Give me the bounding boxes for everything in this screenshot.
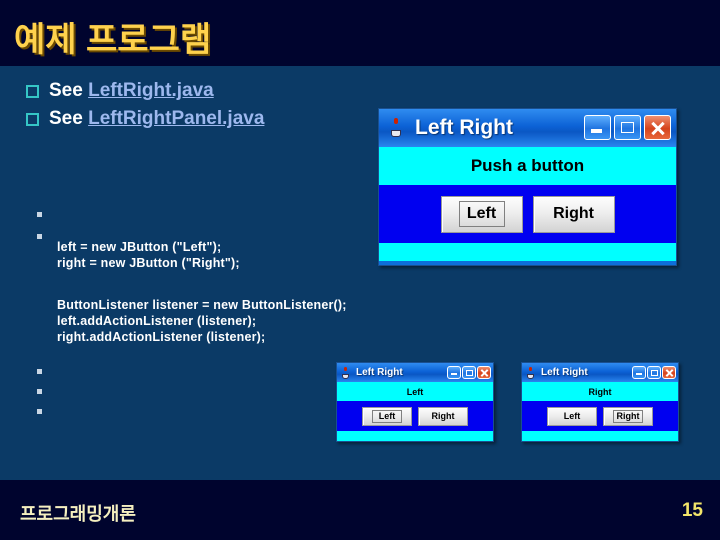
left-button[interactable]: Left [440,195,523,233]
right-button-label: Right [613,409,643,423]
window-titlebar[interactable]: Left Right [522,363,678,382]
right-button-label: Right [431,411,455,421]
window-controls [581,115,671,140]
page-title: 예제 프로그램 [14,21,212,59]
window-controls [446,366,491,379]
code-block-buttons: left = new JButton ("Left"); right = new… [57,240,240,270]
close-icon[interactable] [644,115,671,140]
right-button[interactable]: Right [603,406,653,426]
empty-bullet-marker [37,409,42,414]
left-button-label: Left [563,411,581,421]
window-controls [631,366,676,379]
window-bottom-strip [379,243,676,261]
right-button-label: Right [553,205,594,222]
checkbox-icon [26,84,39,98]
minimize-icon[interactable] [584,115,611,140]
swing-window-left-pressed[interactable]: Left Right Left Left Right [336,362,494,442]
status-label: Push a button [379,147,676,185]
minimize-icon[interactable] [447,366,461,379]
footer-course-name: 프로그래밍개론 [20,504,136,524]
window-title: Left Right [415,116,513,139]
button-panel: Left Right [379,185,676,243]
empty-bullet-marker [37,389,42,394]
button-panel: Left Right [337,401,493,431]
left-button[interactable]: Left [362,406,412,426]
java-coffee-cup-icon [389,118,407,138]
left-button-label: Left [372,409,402,423]
bullet-list: See LeftRight.java See LeftRightPanel.ja… [26,78,386,134]
java-coffee-cup-icon [526,366,537,379]
window-titlebar[interactable]: Left Right [379,109,676,147]
empty-bullet-marker [37,369,42,374]
list-item-prefix: See [49,80,89,101]
maximize-icon[interactable] [462,366,476,379]
link-leftrightpanel-java[interactable]: LeftRightPanel.java [88,108,264,129]
status-label: Left [337,382,493,401]
list-item-text: See LeftRightPanel.java [49,108,264,130]
window-bottom-strip [337,431,493,441]
list-item: See LeftRight.java [26,78,386,104]
window-title: Left Right [541,367,588,378]
swing-window-right-pressed[interactable]: Left Right Right Left Right [521,362,679,442]
java-coffee-cup-icon [341,366,352,379]
maximize-icon[interactable] [647,366,661,379]
slide: 예제 프로그램 See LeftRight.java See LeftRight… [0,0,720,540]
swing-window-main[interactable]: Left Right Push a button Left Right [378,108,677,266]
empty-bullet-marker [37,212,42,217]
right-button[interactable]: Right [532,195,615,233]
page-number: 15 [681,500,703,521]
close-icon[interactable] [662,366,676,379]
code-block-listener: ButtonListener listener = new ButtonList… [57,298,347,344]
close-icon[interactable] [477,366,491,379]
left-button[interactable]: Left [547,406,597,426]
list-item: See LeftRightPanel.java [26,106,386,132]
window-title: Left Right [356,367,403,378]
status-label: Right [522,382,678,401]
link-leftright-java[interactable]: LeftRight.java [88,80,214,101]
window-titlebar[interactable]: Left Right [337,363,493,382]
button-panel: Left Right [522,401,678,431]
checkbox-icon [26,112,39,126]
minimize-icon[interactable] [632,366,646,379]
right-button[interactable]: Right [418,406,468,426]
maximize-icon[interactable] [614,115,641,140]
left-button-label: Left [458,201,505,227]
list-item-prefix: See [49,108,89,129]
list-item-text: See LeftRight.java [49,80,214,102]
window-bottom-strip [522,431,678,441]
empty-bullet-marker [37,234,42,239]
